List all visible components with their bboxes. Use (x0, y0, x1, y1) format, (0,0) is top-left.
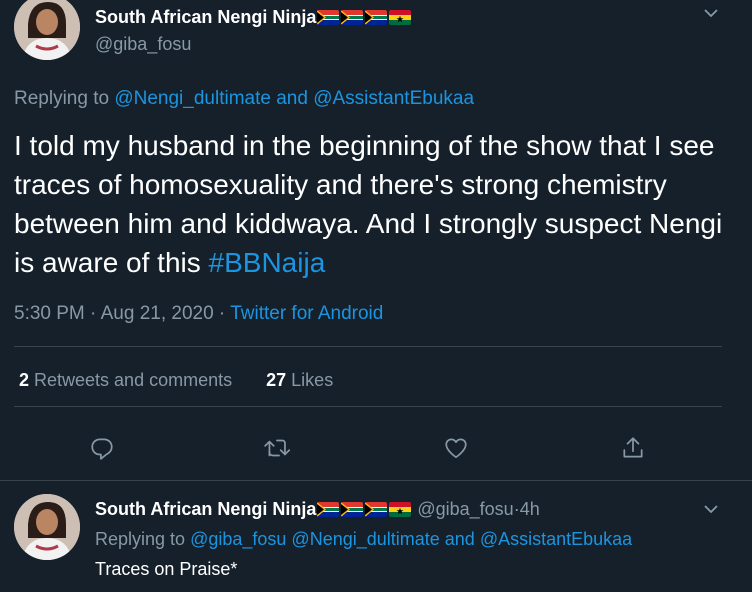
avatar[interactable] (14, 0, 80, 60)
retweets-stat[interactable]: 2 Retweets and comments (19, 370, 232, 390)
mention-link[interactable]: @AssistantEbukaa (480, 529, 632, 549)
reply-tweet[interactable]: South African Nengi Ninja @giba_fosu · 4… (0, 481, 752, 592)
mention-link[interactable]: @giba_fosu (190, 529, 286, 549)
retweet-icon[interactable] (258, 428, 298, 468)
author-handle[interactable]: @giba_fosu (95, 34, 191, 55)
ghana-flag-icon (389, 10, 412, 25)
heart-icon[interactable] (436, 428, 476, 468)
tweet-text: I told my husband in the beginning of th… (14, 130, 723, 278)
divider (14, 346, 722, 347)
tweet-text: Traces on Praise* (95, 559, 238, 579)
divider (14, 406, 722, 407)
tweet-date[interactable]: Aug 21, 2020 (101, 303, 214, 324)
author-handle[interactable]: @giba_fosu (417, 499, 513, 520)
tweet-time[interactable]: 5:30 PM (14, 303, 85, 324)
south-africa-flag-icon (317, 502, 340, 517)
tweet-source[interactable]: Twitter for Android (230, 303, 383, 324)
chevron-down-icon[interactable] (702, 6, 720, 25)
main-tweet: South African Nengi Ninja @giba_fosu Rep… (0, 0, 752, 480)
south-africa-flag-icon (341, 10, 364, 25)
author-flags (317, 502, 412, 517)
chevron-down-icon[interactable] (702, 502, 720, 521)
tweet-time[interactable]: 4h (520, 499, 540, 520)
author-flags (317, 10, 412, 25)
tweet-meta: 5:30 PM · Aug 21, 2020 · Twitter for And… (14, 303, 384, 324)
ghana-flag-icon (389, 502, 412, 517)
replying-to: Replying to @Nengi_dultimate and @Assist… (14, 88, 475, 109)
replying-to: Replying to @giba_fosu @Nengi_dultimate … (95, 529, 633, 549)
comment-icon[interactable] (82, 428, 122, 468)
hashtag-link[interactable]: #BBNaija (209, 247, 326, 278)
author-name-row: South African Nengi Ninja @giba_fosu · 4… (95, 499, 540, 520)
author-name-row: South African Nengi Ninja (95, 7, 412, 28)
south-africa-flag-icon (365, 502, 388, 517)
likes-stat[interactable]: 27 Likes (266, 370, 333, 390)
tweet-stats: 2 Retweets and comments 27 Likes (19, 370, 333, 391)
mention-link[interactable]: @Nengi_dultimate (291, 529, 439, 549)
author-display-name[interactable]: South African Nengi Ninja (95, 7, 316, 28)
avatar[interactable] (14, 494, 80, 560)
south-africa-flag-icon (317, 10, 340, 25)
share-icon[interactable] (613, 428, 653, 468)
south-africa-flag-icon (341, 502, 364, 517)
tweet-actions (0, 428, 752, 468)
mention-link[interactable]: @Nengi_dultimate (114, 88, 271, 109)
south-africa-flag-icon (365, 10, 388, 25)
author-display-name[interactable]: South African Nengi Ninja (95, 499, 316, 520)
mention-link[interactable]: @AssistantEbukaa (313, 88, 474, 109)
